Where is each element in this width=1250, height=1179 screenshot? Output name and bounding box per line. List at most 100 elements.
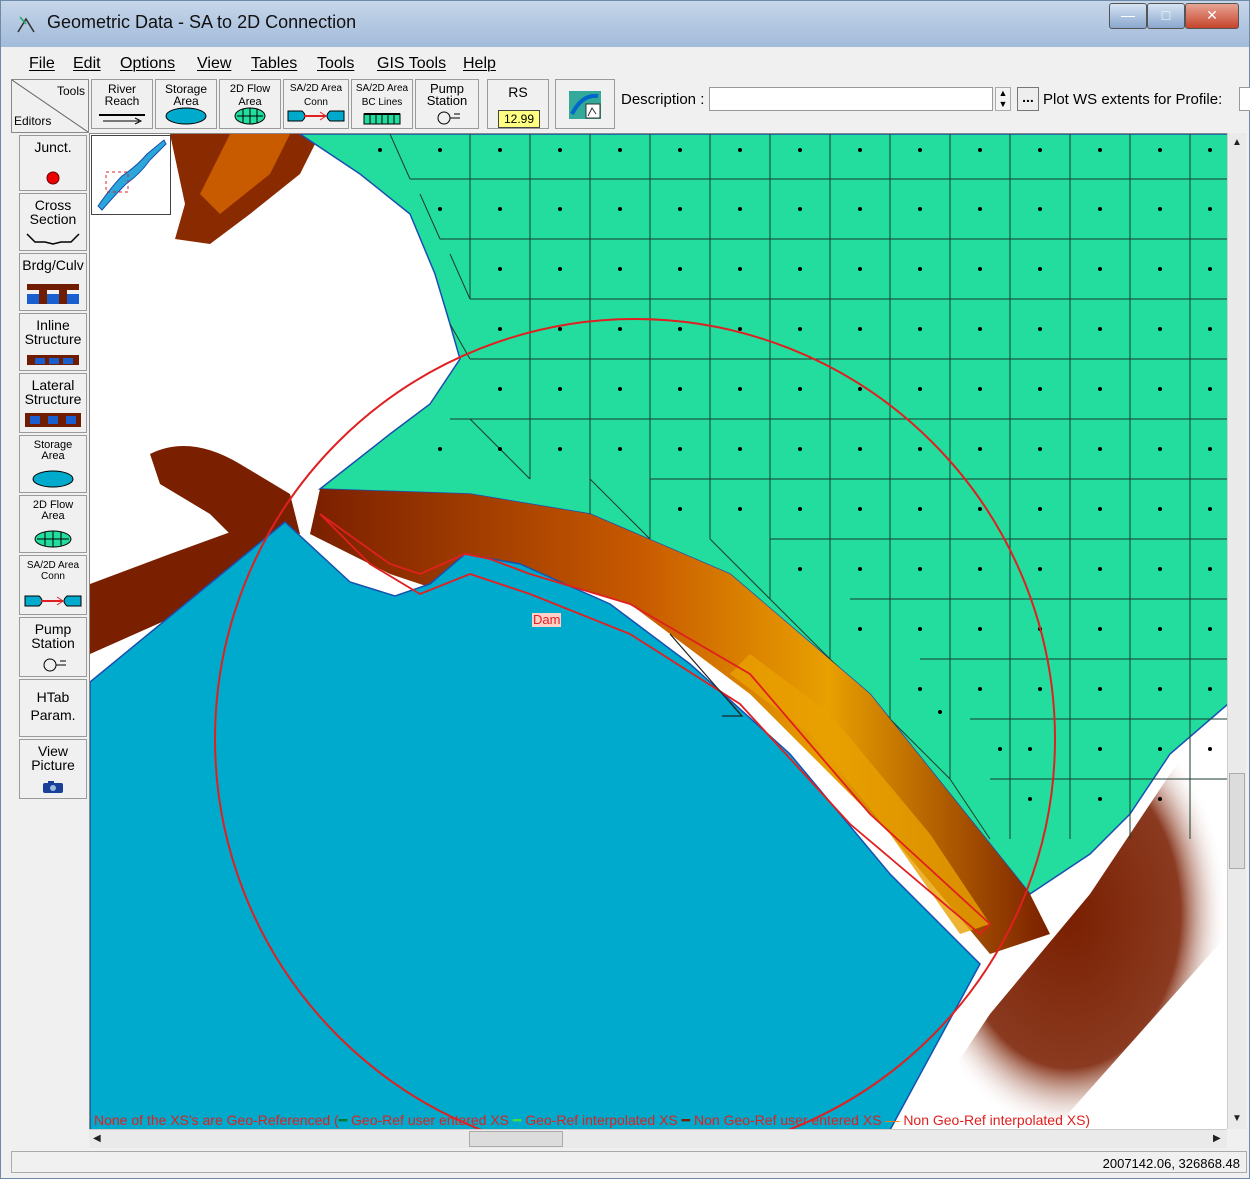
cross-section-button[interactable]: Cross Section (19, 193, 87, 251)
cross-section-icon (26, 233, 80, 245)
2d-flow-area-side-button[interactable]: 2D Flow Area (19, 495, 87, 553)
menu-help[interactable]: Help (463, 55, 496, 73)
status-cell: 2007142.06, 326868.48 (11, 1151, 1247, 1173)
view-picture-label-2: Picture (31, 757, 75, 773)
pump-side-icon (43, 658, 66, 672)
menu-view[interactable]: View (197, 55, 231, 73)
horizontal-scroll-thumb[interactable] (469, 1131, 563, 1147)
legend-swatch-nongeo-interp: — (881, 1112, 904, 1128)
geometry-map-canvas[interactable]: Dam None of the XS's are Geo-Referenced … (89, 133, 1228, 1130)
storage-area-side-icon (32, 470, 74, 488)
description-input[interactable] (709, 87, 993, 111)
bridge-icon (27, 284, 79, 304)
map-legend: None of the XS's are Geo-Referenced (━ G… (94, 1112, 1090, 1129)
dam-label: Dam (532, 612, 562, 627)
cursor-coordinates: 2007142.06, 326868.48 (1102, 1156, 1240, 1171)
sa-2d-conn-side-button[interactable]: SA/2D Area Conn (19, 555, 87, 615)
vertical-scrollbar[interactable]: ▲ ▼ (1227, 133, 1246, 1129)
view-picture-button[interactable]: View Picture (19, 739, 87, 799)
storage-area-side-button[interactable]: Storage Area (19, 435, 87, 493)
cross-section-label-1: Cross (34, 197, 72, 213)
legend-swatch-geo-user: ━ (338, 1112, 352, 1128)
storage-area-side-label-2: Area (41, 450, 65, 462)
bridge-culvert-label: Brdg/Culv (22, 257, 84, 273)
camera-icon (43, 781, 63, 793)
minimize-button[interactable]: — (1109, 3, 1147, 29)
geometric-data-window: Geometric Data - SA to 2D Connection — □… (0, 0, 1250, 1179)
htab-label-2: Param. (30, 707, 76, 723)
2d-flow-area-tool-label-1: 2D Flow (229, 83, 271, 95)
river-reach-label-2: Reach (104, 94, 140, 108)
rs-label: RS (508, 84, 528, 100)
2d-flow-area-side-label-2: Area (41, 510, 65, 522)
pump-station-tool-button[interactable]: Pump Station (415, 79, 479, 129)
pump-station-side-label-1: Pump (34, 621, 72, 637)
app-icon (17, 16, 35, 33)
2d-flow-area-side-icon (34, 530, 72, 548)
junction-dot-icon (46, 171, 60, 185)
map-drawing (90, 134, 1228, 1130)
storage-area-tool-button[interactable]: Storage Area (155, 79, 217, 129)
close-button[interactable]: ✕ (1185, 3, 1239, 29)
horizontal-scrollbar[interactable]: ◀ ▶ (89, 1129, 1227, 1148)
inline-structure-label-2: Structure (24, 331, 82, 347)
map-layers-icon (569, 91, 601, 119)
menu-options[interactable]: Options (120, 55, 175, 73)
scroll-left-icon[interactable]: ◀ (93, 1133, 101, 1144)
pump-station-side-button[interactable]: Pump Station (19, 617, 87, 677)
junction-label: Junct. (34, 139, 72, 155)
sa-2d-conn-icon (287, 110, 345, 122)
htab-param-button[interactable]: HTab Param. (19, 679, 87, 737)
sa-2d-conn-side-label-2: Conn (41, 571, 65, 582)
menu-edit[interactable]: Edit (73, 55, 101, 73)
maximize-button[interactable]: □ (1147, 3, 1185, 29)
description-ellipsis-button[interactable]: ... (1017, 87, 1039, 111)
plot-ws-profile-select[interactable] (1239, 87, 1250, 111)
legend-geo-user: Geo-Ref user entered XS (351, 1112, 510, 1128)
rs-button[interactable]: RS 12.99 (487, 79, 549, 129)
lateral-structure-label-2: Structure (24, 391, 82, 407)
vertical-scroll-thumb[interactable] (1229, 773, 1245, 869)
description-label: Description : (621, 91, 705, 108)
description-spinner[interactable]: ▲ ▼ (995, 87, 1011, 111)
scroll-up-icon[interactable]: ▲ (1232, 137, 1242, 148)
scroll-down-icon[interactable]: ▼ (1232, 1113, 1242, 1124)
inline-structure-button[interactable]: Inline Structure (19, 313, 87, 371)
legend-nongeo-interp: Non Geo-Ref interpolated XS) (903, 1112, 1091, 1128)
storage-area-tool-label-2: Area (173, 94, 199, 108)
junction-button[interactable]: Junct. (19, 135, 87, 191)
sa-2d-conn-side-label-1: SA/2D Area (26, 560, 80, 571)
lateral-structure-button[interactable]: Lateral Structure (19, 373, 87, 433)
legend-swatch-geo-interp: ━ (509, 1112, 526, 1128)
rs-value-tag: 12.99 (498, 110, 540, 128)
sa-2d-conn-tool-button[interactable]: SA/2D Area Conn (283, 79, 349, 129)
menu-file[interactable]: File (29, 55, 55, 73)
scroll-right-icon[interactable]: ▶ (1213, 1133, 1221, 1144)
menu-bar: File Edit Options View Tables Tools GIS … (11, 53, 1247, 75)
menu-tables[interactable]: Tables (251, 55, 297, 73)
menu-gis-tools[interactable]: GIS Tools (377, 55, 446, 73)
sa-2d-conn-tool-label-1: SA/2D Area (289, 83, 343, 94)
sa-2d-conn-side-icon (24, 595, 82, 607)
inline-structure-label-1: Inline (36, 317, 70, 333)
storage-area-icon (165, 107, 207, 125)
pump-icon (437, 111, 460, 125)
sa-2d-bc-lines-tool-button[interactable]: SA/2D Area BC Lines (351, 79, 413, 129)
overview-inset[interactable] (91, 135, 171, 215)
corner-tools-label: Tools (56, 84, 85, 98)
window-title: Geometric Data - SA to 2D Connection (47, 12, 357, 32)
pump-station-side-label-2: Station (31, 635, 75, 651)
river-reach-button[interactable]: River Reach (91, 79, 153, 129)
inline-structure-icon (27, 355, 79, 365)
2d-flow-area-tool-button[interactable]: 2D Flow Area (219, 79, 281, 129)
sa-2d-bc-lines-tool-label-2: BC Lines (361, 97, 403, 108)
tools-editors-corner: Tools Editors (11, 79, 89, 133)
legend-geo-interp: Geo-Ref interpolated XS (525, 1112, 678, 1128)
bridge-culvert-button[interactable]: Brdg/Culv (19, 253, 87, 311)
view-picture-label-1: View (37, 743, 69, 759)
background-map-button[interactable] (555, 79, 615, 129)
status-bar: 2007142.06, 326868.48 (11, 1151, 1247, 1175)
menu-tools[interactable]: Tools (317, 55, 354, 73)
lateral-structure-label-1: Lateral (31, 377, 75, 393)
arrow-right-icon (99, 114, 145, 125)
